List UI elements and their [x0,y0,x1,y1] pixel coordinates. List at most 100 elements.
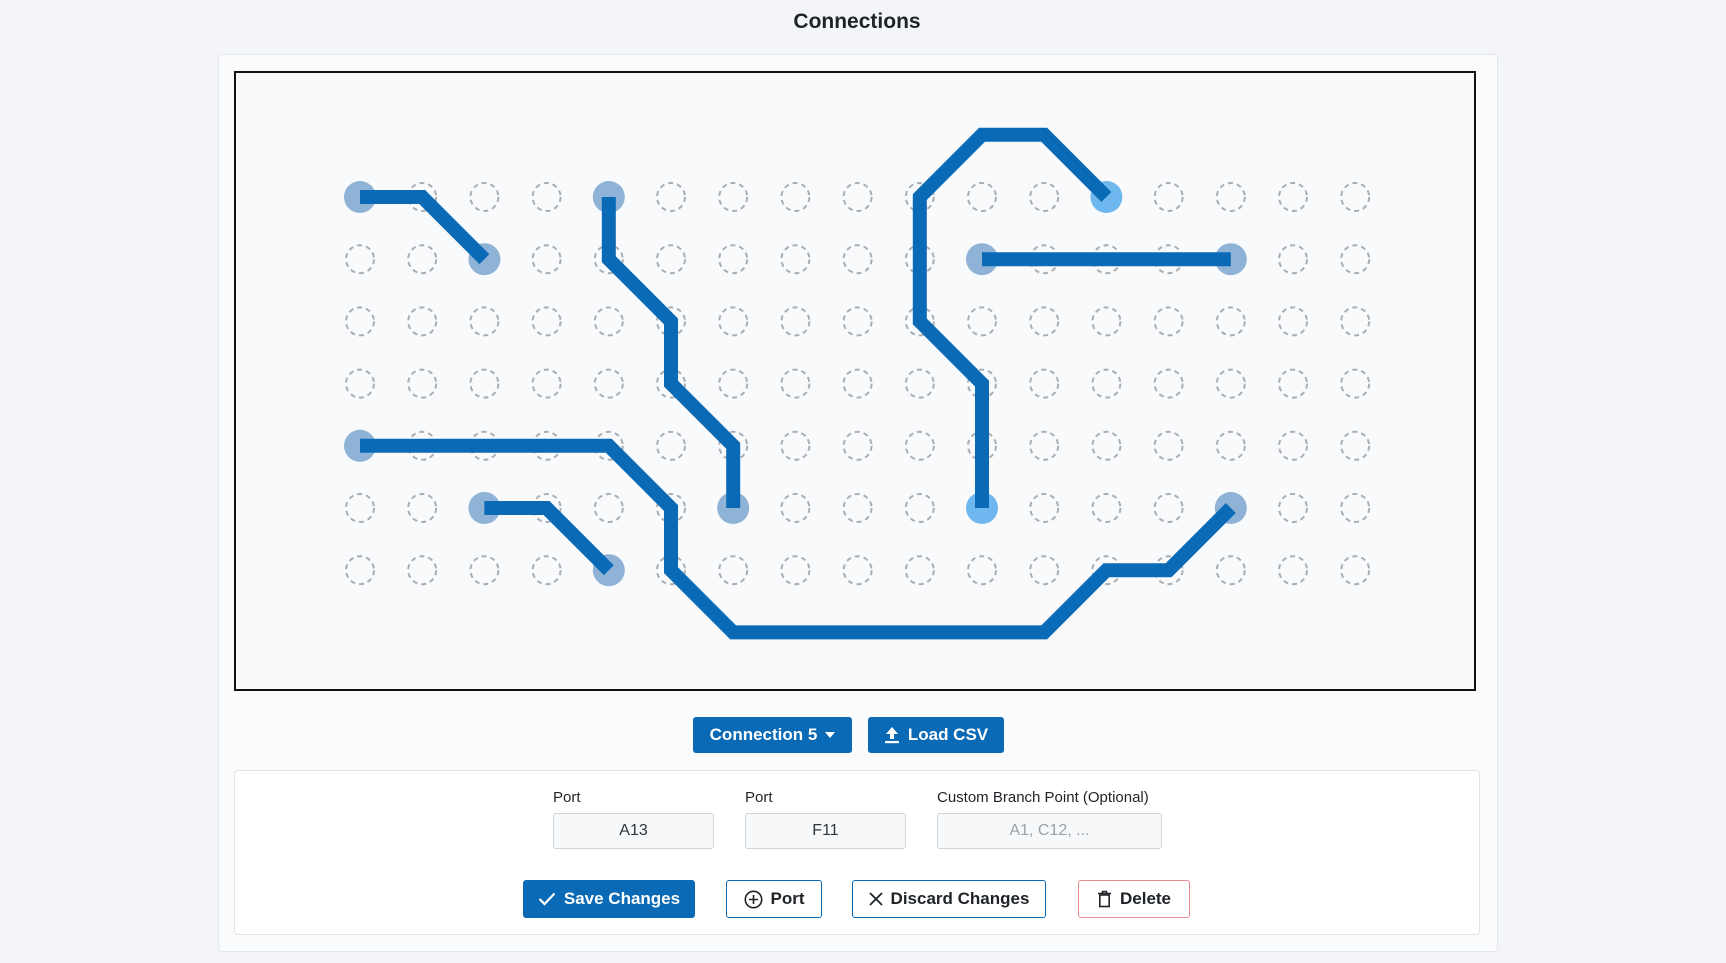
port-hole[interactable] [842,493,873,523]
port-hole[interactable] [1153,430,1184,461]
port-hole[interactable] [842,555,873,586]
port2-input[interactable] [745,813,906,849]
port-hole[interactable] [531,244,562,275]
connection-trace-6[interactable] [966,243,1247,276]
port-hole[interactable] [904,368,935,399]
port-hole[interactable] [593,493,624,523]
port-hole[interactable] [656,430,686,461]
port-hole[interactable] [842,244,873,275]
port-hole[interactable] [593,368,624,399]
port-hole[interactable] [904,555,935,586]
port-hole[interactable] [842,430,873,461]
port1-input[interactable] [553,813,714,849]
port-hole[interactable] [407,555,438,586]
port-hole[interactable] [407,493,438,523]
connection-trace-5[interactable] [912,127,1123,524]
port-hole[interactable] [718,182,749,212]
port-hole[interactable] [1278,493,1308,523]
add-port-button[interactable]: Port [726,880,822,918]
port-hole[interactable] [842,182,873,212]
port-hole[interactable] [1153,182,1184,212]
port-hole[interactable] [967,555,997,586]
port-hole[interactable] [1029,493,1060,523]
connection-trace-2[interactable] [592,181,750,524]
port-hole[interactable] [1029,555,1060,586]
port-hole[interactable] [1340,430,1371,461]
port-hole[interactable] [718,244,749,275]
delete-button[interactable]: Delete [1078,880,1190,918]
port-hole[interactable] [1278,430,1308,461]
port-hole[interactable] [1215,555,1246,586]
port-hole[interactable] [531,368,562,399]
port-hole[interactable] [469,555,500,586]
port-hole[interactable] [1340,244,1371,275]
port-hole[interactable] [1153,368,1184,399]
port-hole[interactable] [780,555,811,586]
port-hole[interactable] [469,306,500,337]
port-hole[interactable] [469,368,500,399]
port-hole[interactable] [345,306,375,337]
port-hole[interactable] [1091,368,1122,399]
breadboard-canvas[interactable] [234,71,1476,691]
port-hole[interactable] [718,306,749,337]
trace-path[interactable] [360,438,1236,640]
connection-select-dropdown[interactable]: Connection 5 [693,717,852,753]
port-hole[interactable] [718,368,749,399]
port-hole[interactable] [1029,306,1060,337]
port-hole[interactable] [718,555,749,586]
port-hole[interactable] [1278,368,1308,399]
port-hole[interactable] [345,368,375,399]
port-hole[interactable] [1029,430,1060,461]
port-hole[interactable] [345,244,375,275]
port-hole[interactable] [407,306,438,337]
port-hole[interactable] [780,493,811,523]
port-hole[interactable] [1340,555,1371,586]
port-hole[interactable] [1153,306,1184,337]
port-hole[interactable] [345,493,375,523]
port-hole[interactable] [531,182,562,212]
port-hole[interactable] [1153,493,1184,523]
port-hole[interactable] [531,306,562,337]
port-hole[interactable] [593,306,624,337]
load-csv-button[interactable]: Load CSV [868,717,1004,753]
port-hole[interactable] [1091,306,1122,337]
port-hole[interactable] [1278,306,1308,337]
port-hole[interactable] [842,368,873,399]
port-hole[interactable] [1029,368,1060,399]
connection-trace-1[interactable] [344,181,501,276]
port-hole[interactable] [469,182,500,212]
port-hole[interactable] [1340,368,1371,399]
port-hole[interactable] [656,244,686,275]
port-hole[interactable] [1278,555,1308,586]
port-hole[interactable] [1215,368,1246,399]
port-hole[interactable] [780,182,811,212]
port-hole[interactable] [1091,430,1122,461]
port-hole[interactable] [842,306,873,337]
save-changes-button[interactable]: Save Changes [523,880,695,918]
port-hole[interactable] [904,493,935,523]
port-hole[interactable] [1215,182,1246,212]
breadboard-svg[interactable] [236,73,1474,689]
port-hole[interactable] [407,244,438,275]
port-hole[interactable] [780,244,811,275]
port-hole[interactable] [345,555,375,586]
branch-point-input[interactable] [937,813,1162,849]
port-hole[interactable] [1091,493,1122,523]
port-hole[interactable] [1340,182,1371,212]
port-hole[interactable] [1215,306,1246,337]
port-hole[interactable] [1340,306,1371,337]
port-hole[interactable] [1278,182,1308,212]
port-hole[interactable] [1215,430,1246,461]
port-hole[interactable] [780,306,811,337]
trace-path[interactable] [360,190,490,265]
discard-changes-button[interactable]: Discard Changes [852,880,1046,918]
port-hole[interactable] [967,182,997,212]
port-hole[interactable] [1029,182,1060,212]
connection-trace-4[interactable] [468,492,625,587]
port-hole[interactable] [780,430,811,461]
trace-path[interactable] [912,127,1112,508]
trace-path[interactable] [484,501,614,576]
port-hole[interactable] [407,368,438,399]
port-hole[interactable] [780,368,811,399]
port-hole[interactable] [967,306,997,337]
